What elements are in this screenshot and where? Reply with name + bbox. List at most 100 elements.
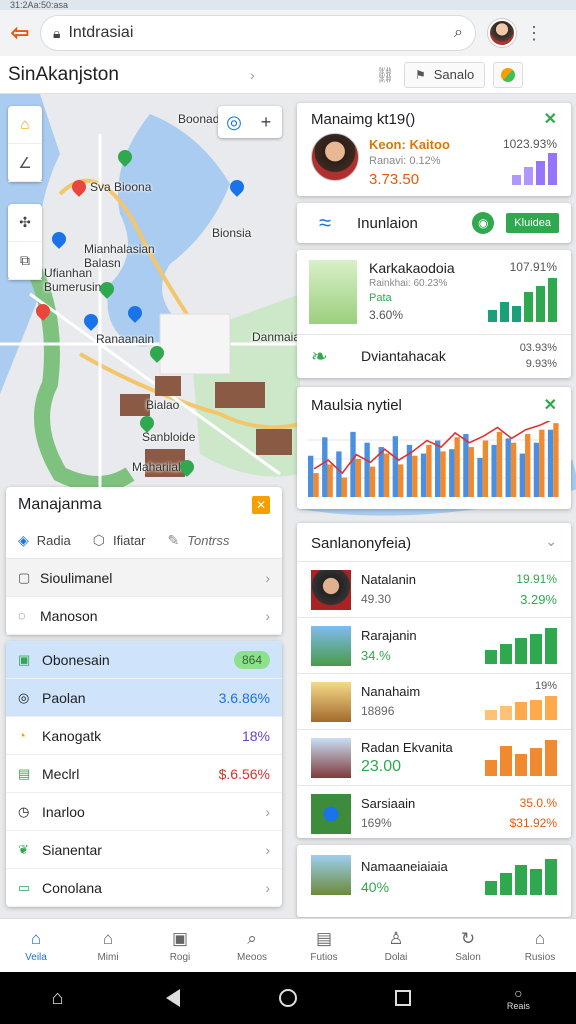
target-icon: ◎ [18, 689, 30, 705]
system-back-button[interactable] [115, 989, 230, 1007]
mini-bar-chart [485, 740, 557, 776]
layers-icon[interactable]: ⧉ [8, 242, 42, 280]
nav-more[interactable]: ⌂ Rusios [504, 919, 576, 972]
item-value: 19% [534, 680, 557, 692]
list-item[interactable]: Nanahaim 18896 19% [297, 673, 571, 729]
item-title: Natalanin [361, 572, 416, 587]
map-label: Sanbloide [142, 430, 196, 444]
layer-row[interactable]: ◔ Kanogatk 18% [6, 717, 282, 755]
search-icon[interactable]: ⌕ [454, 24, 463, 42]
item-value: $31.92% [509, 816, 557, 830]
nav-inbox[interactable]: ▣ Rogi [144, 919, 216, 972]
tab-ifiatar[interactable]: ⬡ Ifiatar [93, 532, 146, 549]
panel-row[interactable]: ▢ Sioulimanel › [6, 559, 282, 597]
mini-bar-chart [485, 696, 557, 720]
system-assistant-button[interactable]: ○ Reais [461, 985, 576, 1011]
building-icon: ⌂ [534, 928, 546, 948]
close-icon[interactable]: ✕ [544, 395, 557, 415]
list-item[interactable]: Rarajanin 34.% [297, 617, 571, 673]
nav-folders[interactable]: ▤ Futios [288, 919, 360, 972]
item-value: 35.0.% [519, 796, 557, 810]
list-item[interactable]: Radan Ekvanita 23.00 [297, 729, 571, 785]
map-label: Ranaanain [96, 332, 155, 346]
move-icon[interactable]: ✣ [8, 204, 42, 242]
close-icon[interactable]: ✕ [252, 496, 270, 514]
chevron-down-icon[interactable]: ⌄ [545, 533, 557, 550]
pin-icon[interactable]: ◉ [472, 212, 495, 234]
nav-profile[interactable]: ♙ Dolai [360, 919, 432, 972]
avatar[interactable] [488, 19, 516, 47]
layer-row[interactable]: ◎ Paolan 3.6.86% [6, 679, 282, 717]
map-label: Bialao [146, 398, 180, 412]
locate-icon[interactable]: ◎ [218, 106, 250, 138]
layer-row[interactable]: ◷ Inarloo › [6, 793, 282, 831]
person-sub: Ranavi: 0.12% [369, 155, 441, 167]
chart-bar [398, 464, 404, 497]
draw-line-icon[interactable]: ∠ [8, 144, 42, 182]
card-line: Pata [369, 292, 392, 304]
system-home-button[interactable] [230, 989, 345, 1007]
back-arrow-icon[interactable]: ⇦ [0, 10, 40, 56]
system-recents-button[interactable] [346, 990, 461, 1006]
nav-search[interactable]: ⌕ Meoos [216, 919, 288, 972]
chevron-right-icon[interactable]: › [250, 67, 370, 83]
layer-row[interactable]: ▤ Meclrl $.6.56% [6, 755, 282, 793]
building [155, 376, 181, 396]
home-icon[interactable]: ⌂ [8, 106, 42, 144]
stats-card[interactable]: Karkakaodoia Rainkhai: 60.23% Pata 3.60%… [297, 250, 571, 378]
header-button[interactable]: ⚑ Sanalo [404, 61, 486, 88]
layer-row[interactable]: ❦ Sianentar › [6, 831, 282, 869]
home-icon: ⌂ [30, 928, 42, 948]
zoom-in-button[interactable]: + [250, 106, 282, 138]
chart-bar [355, 459, 362, 497]
person-name: Keon: Kaitoo [369, 137, 450, 152]
summary-card[interactable]: Namaaneiaiaia 40% [297, 845, 571, 917]
profile-card[interactable]: Manaimg kt19() ✕ Keon: Kaitoo Ranavi: 0.… [297, 103, 571, 196]
more-menu-icon[interactable]: ⋮ [516, 23, 552, 44]
link-icon[interactable]: ⛓ [370, 66, 400, 84]
extension-button[interactable] [493, 61, 524, 88]
chart-bar [341, 477, 347, 497]
clock-icon: ◷ [18, 803, 30, 819]
action-button[interactable]: Kluidea [506, 213, 559, 233]
tab-radia[interactable]: ◈ Radia [18, 532, 71, 549]
chart-bar [426, 444, 432, 497]
recents-square-icon [395, 990, 412, 1006]
toolbar-card: ≈ Inunlaion ◉ Kluidea [297, 203, 571, 243]
nav-home[interactable]: ⌂ Veila [0, 919, 72, 972]
bar [515, 638, 527, 664]
card-percent: 107.91% [509, 260, 557, 274]
chart-bar [539, 429, 545, 497]
item-value: 19.91% [516, 572, 557, 586]
chart-bar [327, 464, 333, 497]
close-icon[interactable]: ✕ [544, 109, 557, 129]
mini-bar-chart [485, 628, 557, 664]
list-item[interactable]: Sarsiaain 169% 35.0.% $31.92% [297, 785, 571, 841]
extension-icon [501, 67, 516, 82]
system-home-icon[interactable]: ⌂ [0, 987, 115, 1010]
bar [500, 644, 512, 664]
chart-bar [477, 457, 483, 497]
system-nav-bar: ⌂ ○ Reais [0, 972, 576, 1024]
layer-row[interactable]: ▣ Obonesain 864 [6, 641, 282, 679]
layer-row[interactable]: ▭ Conolana › [6, 869, 282, 907]
search-icon: ⌕ [247, 928, 257, 948]
bar [512, 306, 521, 322]
nav-house[interactable]: ⌂ Mimi [72, 919, 144, 972]
item-sub: 34.% [361, 648, 391, 663]
tab-tontrss[interactable]: ✎ Tontrss [168, 532, 230, 549]
item-sub: 49.30 [361, 592, 392, 606]
nav-refresh[interactable]: ↻ Salon [432, 919, 504, 972]
bar [524, 292, 533, 322]
item-thumbnail [311, 794, 351, 834]
home-circle-icon [279, 989, 297, 1007]
chevron-right-icon: › [265, 569, 270, 586]
chat-icon: ◌ [18, 608, 26, 623]
chart-bar [496, 431, 503, 497]
chart-card[interactable]: Maulsia nytiel ✕ [297, 387, 571, 509]
list-item[interactable]: Natalanin 49.30 19.91% 3.29% [297, 561, 571, 617]
mini-bar-chart [512, 153, 557, 185]
bar [500, 873, 512, 895]
address-bar[interactable]: 🔒︎ Intdrasiai ⌕ [40, 15, 476, 51]
panel-row[interactable]: ◌ Manoson › [6, 597, 282, 635]
